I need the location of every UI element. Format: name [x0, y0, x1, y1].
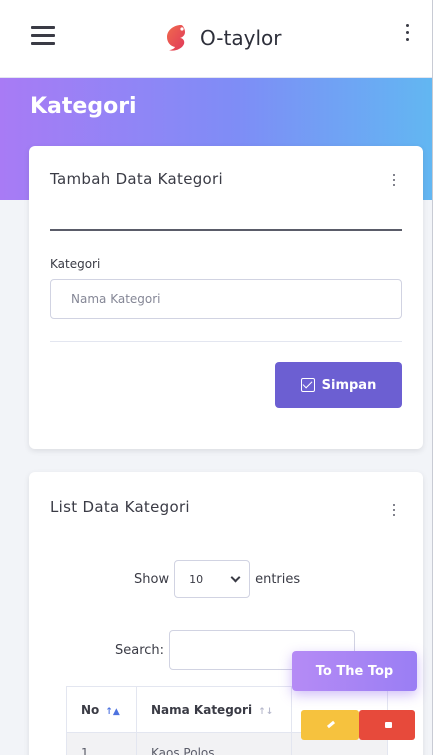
top-navbar: O-taylor [0, 0, 433, 78]
check-square-icon [300, 378, 315, 392]
cell-nama-kategori: Kaos Polos [136, 732, 292, 755]
search-label: Search: [115, 642, 165, 658]
entries-label: entries [255, 571, 301, 587]
delete-button[interactable] [359, 710, 415, 740]
brand[interactable]: O-taylor [160, 22, 281, 54]
entries-value: 10 [189, 572, 204, 586]
kategori-input[interactable] [50, 279, 402, 319]
sort-icon: ↑↓ [258, 706, 274, 717]
column-header-no[interactable]: No ↑▲ [66, 686, 137, 733]
kebab-menu-icon[interactable] [391, 174, 397, 190]
chevron-down-icon [230, 572, 241, 582]
divider [50, 341, 402, 342]
form-card-title: Tambah Data Kategori [50, 170, 223, 188]
form-card: Tambah Data Kategori Kategori Simpan [29, 146, 423, 449]
edit-button[interactable] [301, 710, 359, 740]
to-the-top-button[interactable]: To The Top [292, 651, 417, 691]
simpan-label: Simpan [321, 377, 377, 393]
list-card-title: List Data Kategori [50, 498, 190, 516]
show-label: Show [134, 571, 170, 587]
entries-length-control: Show 10 entries [134, 560, 300, 598]
divider [50, 229, 402, 231]
entries-select[interactable]: 10 [174, 560, 251, 598]
sort-icon: ↑▲ [105, 706, 120, 717]
list-card: List Data Kategori Show 10 entries Searc… [29, 472, 423, 755]
simpan-button[interactable]: Simpan [275, 362, 402, 408]
kategori-label: Kategori [50, 257, 101, 271]
cell-no: 1 [66, 732, 137, 755]
page-title: Kategori [30, 94, 137, 119]
brand-logo-icon [167, 25, 185, 51]
kebab-menu-icon[interactable] [404, 24, 410, 46]
menu-icon[interactable] [31, 26, 55, 45]
kebab-menu-icon[interactable] [391, 504, 397, 520]
column-header-nama-kategori[interactable]: Nama Kategori ↑↓ [136, 686, 292, 733]
brand-name: O-taylor [200, 26, 282, 50]
